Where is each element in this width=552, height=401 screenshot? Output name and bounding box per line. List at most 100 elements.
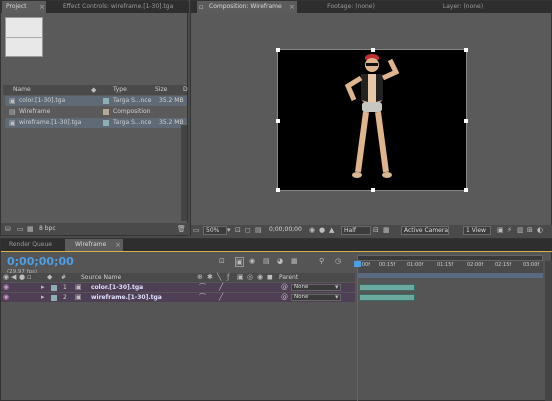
close-icon[interactable]: × — [39, 3, 45, 11]
parent-pickwhip-icon[interactable]: @ — [281, 293, 288, 301]
tab-layer[interactable]: Layer: (none) — [403, 1, 523, 13]
column-size[interactable]: Size — [155, 85, 167, 95]
parent-select[interactable]: None — [291, 284, 341, 291]
work-area-bar[interactable] — [357, 273, 543, 278]
shy-switch-icon[interactable]: ⌒ — [199, 283, 206, 291]
playhead-handle[interactable] — [354, 261, 361, 267]
label-tag-icon: ◆ — [47, 273, 53, 281]
ruler-label: 03:00f — [523, 262, 540, 268]
timeline-timecode[interactable]: 0;00;00;00 — [7, 255, 74, 268]
expand-arrow-icon[interactable]: ▸ — [41, 283, 45, 291]
tab-composition[interactable]: Composition: Wireframe — [197, 1, 297, 13]
quality-switch-icon[interactable]: ╱ — [219, 293, 223, 301]
timeline-scrollbar[interactable] — [545, 261, 552, 401]
layer-row[interactable]: ◉ ▸ 1 ▣ color.[1-30].tga ⌒ ╱ @ None ▾ — [1, 283, 355, 292]
tab-effect-controls[interactable]: Effect Controls: wireframe.[1-30].tga — [49, 1, 187, 13]
exposure-icon[interactable]: ◐ — [537, 226, 543, 234]
timeline-icon[interactable]: ▥ — [517, 226, 524, 234]
close-icon[interactable]: × — [115, 241, 121, 249]
zoom-select[interactable]: 50% — [203, 226, 227, 235]
interpret-footage-icon[interactable]: ⛁ — [5, 225, 11, 233]
layer-row[interactable]: ◉ ▸ 2 ▣ wireframe.[1-30].tga ⌒ ╱ @ None … — [1, 293, 355, 302]
trash-icon[interactable]: 🗑 — [177, 225, 186, 233]
resolution-select[interactable]: Half — [341, 226, 371, 235]
color-channel-icon[interactable]: ▲ — [329, 226, 334, 234]
column-source-name[interactable]: Source Name — [81, 273, 121, 282]
column-name[interactable]: Name — [13, 85, 31, 95]
snapshot-icon[interactable]: ▤ — [255, 226, 262, 234]
shy-switch-icon[interactable]: ⌒ — [199, 293, 206, 301]
frame-blending-icon[interactable]: ▤ — [263, 257, 270, 265]
footage-icon: ▣ — [75, 283, 82, 291]
project-item[interactable]: ▣ wireframe.[1-30].tga Targa S...nce 35.… — [5, 118, 187, 128]
motion-blur-icon[interactable]: ◕ — [277, 257, 283, 265]
parent-pickwhip-icon[interactable]: @ — [281, 283, 288, 291]
bpc-label[interactable]: 8 bpc — [39, 225, 56, 232]
project-item[interactable]: ▤ Wireframe Composition — [5, 107, 187, 117]
graph-editor-icon[interactable]: ⚲ — [319, 257, 324, 265]
camera-icon[interactable]: ◉ — [309, 226, 315, 234]
project-item-size: 35.2 MB — [159, 97, 184, 104]
video-eye-icon[interactable]: ◉ — [3, 273, 9, 281]
region-of-interest-icon[interactable]: ⊟ — [373, 226, 379, 234]
curves-icon[interactable]: ◷ — [335, 257, 341, 265]
layer-name[interactable]: color.[1-30].tga — [91, 283, 143, 292]
project-item-type: Composition — [113, 108, 151, 115]
quality-switch-icon[interactable]: ╱ — [219, 283, 223, 291]
view-layout-select[interactable]: 1 View — [463, 226, 491, 235]
ruler-label: 00:15f — [379, 262, 396, 268]
safe-zones-icon[interactable]: ⊡ — [235, 226, 241, 234]
flowchart-icon[interactable]: ⊞ — [527, 226, 533, 234]
comp-marker-icon[interactable]: ⊡ — [219, 257, 225, 265]
switches-icon: ✱ — [207, 273, 213, 281]
brainstorm-icon[interactable]: ▦ — [291, 257, 298, 265]
draft-3d-icon[interactable]: ▣ — [235, 257, 244, 267]
toggle-pixel-aspect-icon[interactable]: ▣ — [497, 226, 504, 234]
layer-duration-bar[interactable] — [359, 294, 415, 301]
switches-icon: ◉ — [257, 273, 264, 281]
project-item-type: Targa S...nce — [113, 119, 152, 126]
project-bottom-bar: ⛁ ▭ ▦ 8 bpc 🗑 — [1, 223, 189, 235]
timeline-panel: Render Queue Wireframe × 0;00;00;00 (29.… — [0, 238, 552, 401]
switches-icon: ╲ — [217, 273, 222, 281]
project-item-size: 35.2 MB — [159, 119, 184, 126]
layer-duration-bar[interactable] — [359, 284, 415, 291]
layer-column-header: ◉ ◀ ● ▫ ◆ # Source Name ⊕ ✱ ╲ ƒ ▣ ◎ ◉ ◼ … — [1, 273, 355, 282]
project-scrollbar[interactable] — [181, 125, 187, 221]
switches-icon: ▣ — [237, 273, 244, 281]
new-folder-icon[interactable]: ▭ — [17, 225, 24, 233]
playhead[interactable] — [357, 261, 358, 401]
composition-canvas[interactable] — [276, 48, 468, 192]
time-ruler[interactable]: 0:00f 00:15f 01:00f 01:15f 02:00f 02:15f… — [357, 261, 543, 273]
mask-visibility-icon[interactable]: ◻ — [245, 226, 251, 234]
fast-previews-icon[interactable]: ⚡ — [507, 226, 512, 234]
solo-icon[interactable]: ● — [19, 273, 25, 281]
lock-icon[interactable]: ▫ — [27, 273, 32, 281]
timecode-display[interactable]: 0;00;00;00 — [267, 226, 307, 235]
expand-arrow-icon[interactable]: ▸ — [41, 293, 45, 301]
project-item[interactable]: ▣ color.[1-30].tga Targa S...nce 35.2 MB — [5, 96, 187, 106]
parent-select[interactable]: None — [291, 294, 341, 301]
visibility-eye-icon[interactable]: ◉ — [3, 293, 9, 301]
tab-render-queue[interactable]: Render Queue — [5, 239, 65, 251]
channel-icon[interactable]: ● — [319, 226, 325, 234]
column-number: # — [61, 274, 67, 281]
camera-select[interactable]: Active Camera — [401, 226, 449, 235]
footage-icon: ▣ — [9, 119, 16, 127]
column-type[interactable]: Type — [113, 85, 127, 95]
chevron-down-icon[interactable]: ▾ — [335, 283, 339, 291]
column-parent[interactable]: Parent — [279, 273, 298, 282]
transparency-grid-icon[interactable]: ▦ — [383, 226, 390, 234]
always-preview-icon[interactable]: ▭ — [193, 226, 200, 234]
layer-name[interactable]: wireframe.[1-30].tga — [91, 293, 162, 302]
project-item-name: color.[1-30].tga — [19, 97, 66, 104]
lock-icon[interactable]: ▫ — [199, 3, 204, 11]
new-comp-icon[interactable]: ▦ — [27, 225, 34, 233]
tab-footage[interactable]: Footage: (none) — [301, 1, 401, 13]
visibility-eye-icon[interactable]: ◉ — [3, 283, 9, 291]
column-extra[interactable]: D — [183, 85, 188, 95]
chevron-down-icon[interactable]: ▾ — [335, 293, 339, 301]
close-icon[interactable]: × — [289, 3, 295, 11]
shy-layers-icon[interactable]: ◉ — [249, 257, 255, 265]
audio-icon[interactable]: ◀ — [11, 273, 16, 281]
